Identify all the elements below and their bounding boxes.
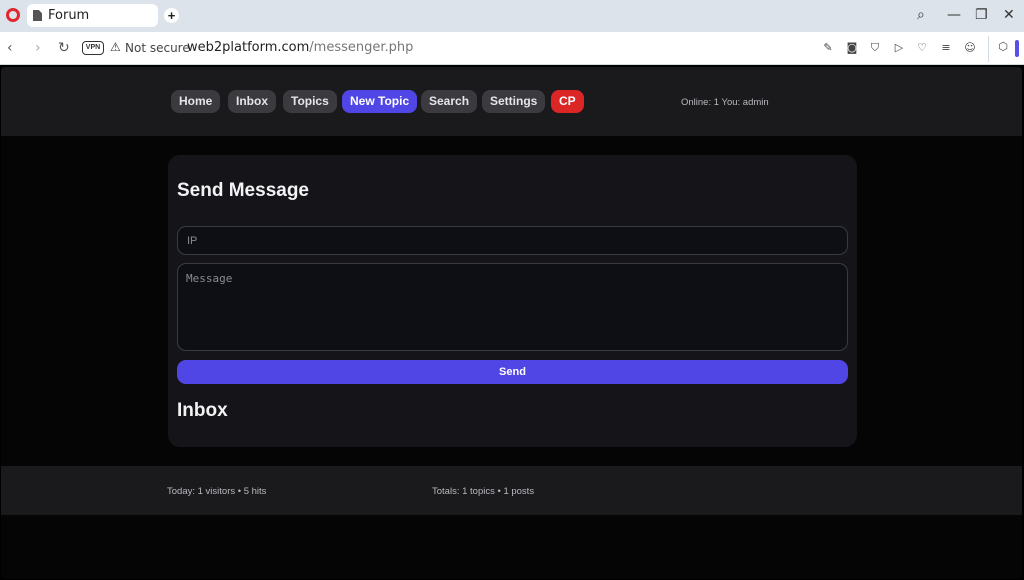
- nav-settings[interactable]: Settings: [482, 90, 546, 113]
- ip-input[interactable]: [177, 226, 848, 255]
- page: Home Inbox Topics New Topic Search Setti…: [1, 67, 1022, 579]
- nav-new-topic[interactable]: New Topic: [342, 90, 418, 113]
- cube-icon[interactable]: ⬡: [996, 40, 1010, 54]
- messenger-card: Send Message Send Inbox: [168, 155, 857, 447]
- forward-icon[interactable]: ›: [35, 40, 41, 56]
- nav-home[interactable]: Home: [171, 90, 221, 113]
- browser-tab-bar: Forum + ⌕ — ❐ ✕: [0, 0, 1024, 32]
- total-stats: Totals: 1 topics • 1 posts: [432, 486, 535, 497]
- not-secure-label[interactable]: Not secure: [125, 41, 190, 55]
- menu-icon[interactable]: ≡: [939, 41, 953, 55]
- vpn-badge[interactable]: VPN: [82, 41, 104, 55]
- shield-icon[interactable]: ⛉: [868, 41, 882, 55]
- camera-icon[interactable]: ◙: [845, 41, 859, 55]
- close-icon[interactable]: ✕: [1003, 7, 1015, 23]
- back-icon[interactable]: ‹: [7, 40, 13, 56]
- top-navigation: Home Inbox Topics New Topic Search Setti…: [1, 67, 1022, 136]
- restore-icon[interactable]: ❐: [975, 7, 988, 23]
- page-icon: [33, 10, 42, 21]
- nav-search[interactable]: Search: [421, 90, 478, 113]
- profile-icon[interactable]: ☺: [963, 41, 977, 55]
- online-status: Online: 1 You: admin: [681, 97, 769, 108]
- send-button[interactable]: Send: [177, 360, 848, 384]
- play-icon[interactable]: ▷: [892, 41, 906, 55]
- warning-icon[interactable]: ⚠: [110, 40, 121, 54]
- nav-inbox[interactable]: Inbox: [228, 90, 276, 113]
- message-input[interactable]: [177, 263, 848, 351]
- minimize-icon[interactable]: —: [947, 7, 961, 23]
- heart-icon[interactable]: ♡: [915, 41, 929, 55]
- nav-cp[interactable]: CP: [551, 90, 584, 113]
- inbox-heading: Inbox: [177, 400, 228, 421]
- new-tab-button[interactable]: +: [164, 8, 179, 23]
- url-field[interactable]: web2platform.com/messenger.php: [187, 40, 413, 55]
- footer: Today: 1 visitors • 5 hits Totals: 1 top…: [1, 466, 1022, 515]
- address-bar: ‹ › ↻ VPN ⚠ Not secure web2platform.com/…: [0, 32, 1024, 65]
- url-path: /messenger.php: [309, 40, 414, 55]
- opera-logo-icon[interactable]: [6, 8, 20, 22]
- edit-icon[interactable]: ✎: [821, 41, 835, 55]
- url-host: web2platform.com: [187, 40, 310, 55]
- sidebar-indicator[interactable]: [1015, 40, 1019, 57]
- search-tabs-icon[interactable]: ⌕: [917, 7, 925, 23]
- tab-title: Forum: [48, 8, 90, 23]
- reload-icon[interactable]: ↻: [58, 40, 70, 56]
- page-title: Send Message: [177, 180, 309, 201]
- extensions-area: ⬡: [988, 36, 1018, 62]
- nav-topics[interactable]: Topics: [283, 90, 337, 113]
- today-stats: Today: 1 visitors • 5 hits: [167, 486, 267, 497]
- browser-tab[interactable]: Forum: [27, 4, 158, 27]
